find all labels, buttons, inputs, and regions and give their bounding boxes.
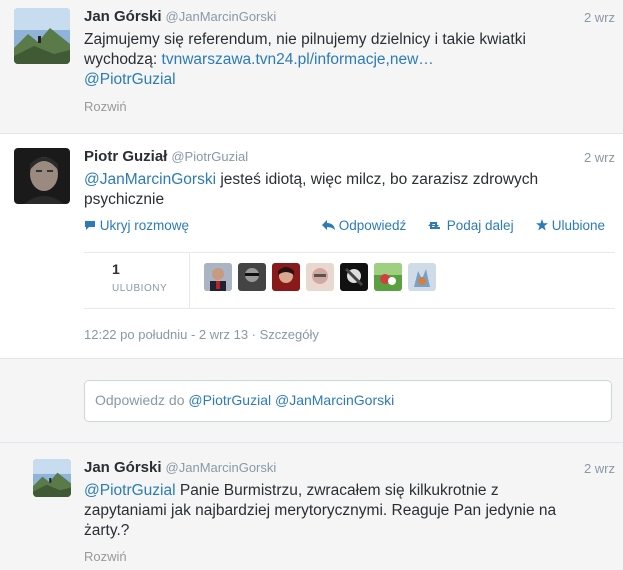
reply-button[interactable]: Odpowiedź — [322, 218, 406, 233]
tweet-text-line: żarty.? — [84, 522, 130, 539]
tweet-stats: 1 ULUBIONY — [84, 252, 615, 309]
retweet-label: Podaj dalej — [446, 218, 514, 233]
tweet-text-rest: Panie Burmistrzu, zwracałem się kilkukro… — [175, 482, 499, 499]
tweet-mention[interactable]: @PiotrGuzial — [84, 482, 176, 499]
favorite-button[interactable]: Ulubione — [536, 218, 605, 233]
favoriter-avatar[interactable] — [204, 263, 232, 291]
tweet-text-rest: jesteś idiotą, więc milcz, bo zarazisz z… — [216, 171, 539, 188]
expand-link[interactable]: Rozwiń — [84, 99, 127, 114]
tweet-author-name[interactable]: Piotr Guział — [84, 148, 167, 165]
tweet-text: @PiotrGuzial Panie Burmistrzu, zwracałem… — [84, 481, 556, 541]
tweet-author-name[interactable]: Jan Górski — [84, 459, 162, 476]
stats-divider — [189, 253, 190, 308]
tweet-link[interactable]: tvnwarszawa.tvn24.pl/informacje,new… — [162, 51, 434, 68]
tweet-actions: Ukryj rozmowę Odpowiedź Podaj dalej Ulub… — [84, 218, 615, 236]
tweet-text-line: psychicznie — [84, 191, 165, 208]
tweet-author-handle[interactable]: @JanMarcinGorski — [166, 9, 277, 24]
favorite-label: Ulubione — [551, 218, 606, 233]
tweet-timestamp[interactable]: 2 wrz — [584, 10, 615, 25]
favorites-count[interactable]: 1 — [112, 261, 120, 277]
tweet-jan-gorski-1[interactable]: Jan Górski @JanMarcinGorski 2 wrz Zajmuje… — [0, 0, 623, 133]
favoriter-avatar[interactable] — [340, 263, 368, 291]
reply-placeholder: Odpowiedz do — [95, 392, 189, 408]
avatar-piotr-guzial[interactable] — [14, 148, 70, 204]
favoriter-avatar[interactable] — [238, 263, 266, 291]
hide-conversation-button[interactable]: Ukryj rozmowę — [84, 218, 189, 233]
reply-mentions: @PiotrGuzial @JanMarcinGorski — [188, 392, 395, 408]
avatar-jan-gorski[interactable] — [33, 459, 71, 497]
tweet-text-line: zapytaniami jak najbardziej merytoryczny… — [84, 502, 557, 519]
hide-conversation-label: Ukryj rozmowę — [99, 218, 190, 233]
tweet-author-handle[interactable]: @JanMarcinGorski — [166, 460, 277, 475]
tweet-timestamp[interactable]: 2 wrz — [584, 150, 615, 165]
tweet-author-name[interactable]: Jan Górski — [84, 8, 162, 25]
retweet-button[interactable]: Podaj dalej — [427, 218, 514, 233]
star-icon — [536, 219, 548, 231]
favorites-label[interactable]: ULUBIONY — [112, 283, 167, 294]
favoriter-avatar[interactable] — [306, 263, 334, 291]
tweet-timestamp[interactable]: 2 wrz — [584, 461, 615, 476]
tweet-jan-gorski-2[interactable]: Jan Górski @JanMarcinGorski 2 wrz @PiotrG… — [0, 442, 623, 570]
reply-arrow-icon — [322, 220, 335, 230]
tweet-text: @JanMarcinGorski jesteś idiotą, więc mil… — [84, 170, 538, 210]
reply-label: Odpowiedź — [338, 218, 407, 233]
avatar-jan-gorski[interactable] — [14, 8, 70, 64]
tweet-author-handle[interactable]: @PiotrGuzial — [171, 149, 248, 164]
tweet-mention[interactable]: @PiotrGuzial — [84, 71, 176, 88]
tweet-text: Zajmujemy się referendum, nie pilnujemy … — [84, 30, 526, 90]
tweet-text-prefix: wychodzą: — [84, 51, 162, 68]
tweet-mention[interactable]: @JanMarcinGorski — [84, 171, 216, 188]
favoriter-avatar[interactable] — [272, 263, 300, 291]
favoriter-avatar[interactable] — [374, 263, 402, 291]
reply-area: Odpowiedz do @PiotrGuzial @JanMarcinGors… — [0, 360, 623, 442]
favoriter-avatar[interactable] — [408, 263, 436, 291]
retweet-icon — [428, 222, 440, 229]
reply-input[interactable]: Odpowiedz do @PiotrGuzial @JanMarcinGors… — [84, 380, 612, 422]
tweet-piotr-guzial[interactable]: Piotr Guział @PiotrGuzial 2 wrz @JanMarci… — [0, 133, 623, 359]
tweet-text-line: Zajmujemy się referendum, nie pilnujemy … — [84, 31, 526, 48]
chat-bubble-icon — [85, 221, 95, 230]
expand-link[interactable]: Rozwiń — [84, 549, 127, 564]
tweet-meta[interactable]: 12:22 po południu - 2 wrz 13 · Szczegóły — [84, 327, 319, 342]
